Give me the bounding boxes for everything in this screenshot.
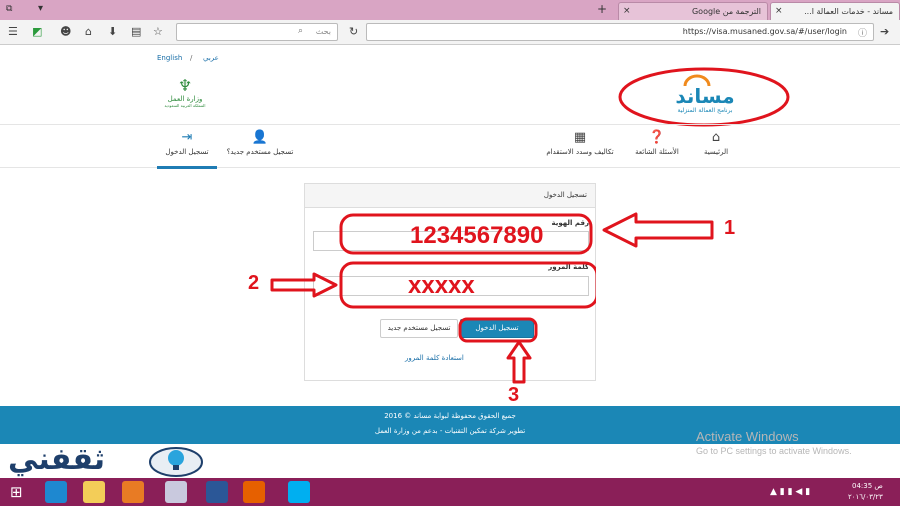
annotation-ellipse-logo bbox=[618, 67, 790, 127]
add-user-icon: 👤 bbox=[251, 130, 269, 145]
tray-icons[interactable]: ▲ ▮ ▮ ◀ ▮ bbox=[770, 487, 810, 497]
site-info-icon[interactable]: ⓘ bbox=[858, 26, 867, 39]
footer-copyright: جميع الحقوق محفوظة لبوابة مساند © 2016 bbox=[384, 412, 516, 420]
window-menu-icon[interactable]: ⧉ bbox=[6, 4, 12, 14]
extension-icon[interactable]: ◩ bbox=[32, 25, 42, 38]
activate-windows-title: Activate Windows bbox=[696, 429, 799, 444]
menu-icon[interactable]: ☰ bbox=[8, 25, 18, 38]
lang-english-link[interactable]: English bbox=[157, 54, 182, 62]
tab-close-icon[interactable]: × bbox=[775, 6, 783, 16]
menu-costs[interactable]: ▦ تكاليف وسدد الاستقدام bbox=[540, 125, 620, 169]
calculator-icon: ▦ bbox=[573, 130, 587, 145]
file-explorer-icon[interactable] bbox=[83, 481, 105, 503]
menu-faq[interactable]: ❓ الأسئلة الشائعة bbox=[628, 125, 686, 169]
search-icon: ⌕ bbox=[297, 26, 303, 36]
windows-taskbar: ⊞ ▲ ▮ ▮ ◀ ▮ 04:35 ص ٢٠١٦/٠٣/٢٣ bbox=[0, 478, 900, 506]
annotation-number-1: 1 bbox=[724, 217, 736, 239]
tab-label: الترجمة من Google bbox=[691, 7, 761, 16]
windows-start-icon[interactable]: ⊞ bbox=[10, 483, 23, 501]
forgot-password-link[interactable]: استعادة كلمة المرور bbox=[405, 354, 464, 362]
browser-titlebar: ⧉ ▾ + × الترجمة من Google × مساند - خدما… bbox=[0, 0, 900, 20]
ministry-logo: ♆ وزارة العمل المملكة العربية السعودية bbox=[160, 76, 210, 116]
search-placeholder: بحث bbox=[315, 27, 331, 36]
menu-home[interactable]: ⌂ الرئيسية bbox=[695, 125, 737, 169]
tab-musaned[interactable]: × مساند - خدمات العمالة ا... bbox=[770, 2, 900, 20]
skype-icon[interactable] bbox=[288, 481, 310, 503]
tab-google-translate[interactable]: × الترجمة من Google bbox=[618, 2, 768, 20]
home-icon: ⌂ bbox=[711, 130, 721, 145]
pocket-icon[interactable]: ☻ bbox=[60, 25, 71, 38]
search-input[interactable]: بحث ⌕ bbox=[176, 23, 338, 41]
annotation-arrow-3 bbox=[506, 340, 532, 384]
lang-arabic-link[interactable]: عربي bbox=[203, 54, 219, 62]
annotation-number-2: 2 bbox=[248, 272, 260, 294]
tab-label: مساند - خدمات العمالة ا... bbox=[804, 7, 893, 16]
annotation-number-3: 3 bbox=[508, 384, 520, 406]
menu-register[interactable]: 👤 تسجيل مستخدم جديد؟ bbox=[220, 125, 300, 169]
paint-icon[interactable] bbox=[122, 481, 144, 503]
media-player-icon[interactable] bbox=[165, 481, 187, 503]
new-tab-icon[interactable]: + bbox=[597, 2, 607, 16]
register-button[interactable]: تسجيل مستخدم جديد bbox=[380, 319, 458, 338]
annotation-password-value: xxxxx bbox=[408, 272, 475, 299]
download-icon[interactable]: ⬇ bbox=[108, 25, 117, 38]
login-card-title: تسجيل الدخول bbox=[305, 184, 595, 208]
annotation-id-value: 1234567890 bbox=[410, 222, 544, 249]
window-minimize-icon[interactable]: ▾ bbox=[38, 3, 43, 14]
taskbar-date[interactable]: ٢٠١٦/٠٣/٢٣ bbox=[848, 493, 883, 501]
taskbar-time[interactable]: 04:35 ص bbox=[852, 482, 883, 490]
browser-navbar: ☰ ◩ ☻ ⌂ ⬇ ▤ ☆ بحث ⌕ ↻ https://visa.musan… bbox=[0, 20, 900, 45]
login-icon: ⇥ bbox=[181, 130, 193, 145]
activate-windows-subtitle: Go to PC settings to activate Windows. bbox=[696, 446, 852, 456]
lang-separator: / bbox=[190, 54, 193, 62]
tab-close-icon[interactable]: × bbox=[623, 6, 631, 16]
reload-icon[interactable]: ↻ bbox=[349, 25, 358, 38]
thaqafni-logo: ثقفني bbox=[8, 440, 208, 480]
annotation-arrow-2 bbox=[270, 272, 338, 298]
menu-login[interactable]: ⇥ تسجيل الدخول bbox=[157, 125, 217, 169]
main-menu: ⇥ تسجيل الدخول 👤 تسجيل مستخدم جديد؟ ▦ تك… bbox=[0, 124, 900, 169]
forward-icon[interactable]: ➔ bbox=[880, 25, 889, 38]
word-icon[interactable] bbox=[206, 481, 228, 503]
clipboard-icon[interactable]: ▤ bbox=[131, 25, 141, 38]
question-icon: ❓ bbox=[648, 130, 666, 145]
firefox-icon[interactable] bbox=[243, 481, 265, 503]
lightbulb-cloud-icon bbox=[149, 447, 203, 477]
url-text: https://visa.musaned.gov.sa/#/user/login bbox=[682, 27, 847, 36]
palm-icon: ♆ bbox=[177, 76, 193, 95]
bookmark-star-icon[interactable]: ☆ bbox=[153, 25, 163, 38]
annotation-arrow-1 bbox=[602, 212, 714, 248]
home-icon[interactable]: ⌂ bbox=[85, 25, 92, 38]
ie-icon[interactable] bbox=[45, 481, 67, 503]
url-bar[interactable]: https://visa.musaned.gov.sa/#/user/login… bbox=[366, 23, 874, 41]
